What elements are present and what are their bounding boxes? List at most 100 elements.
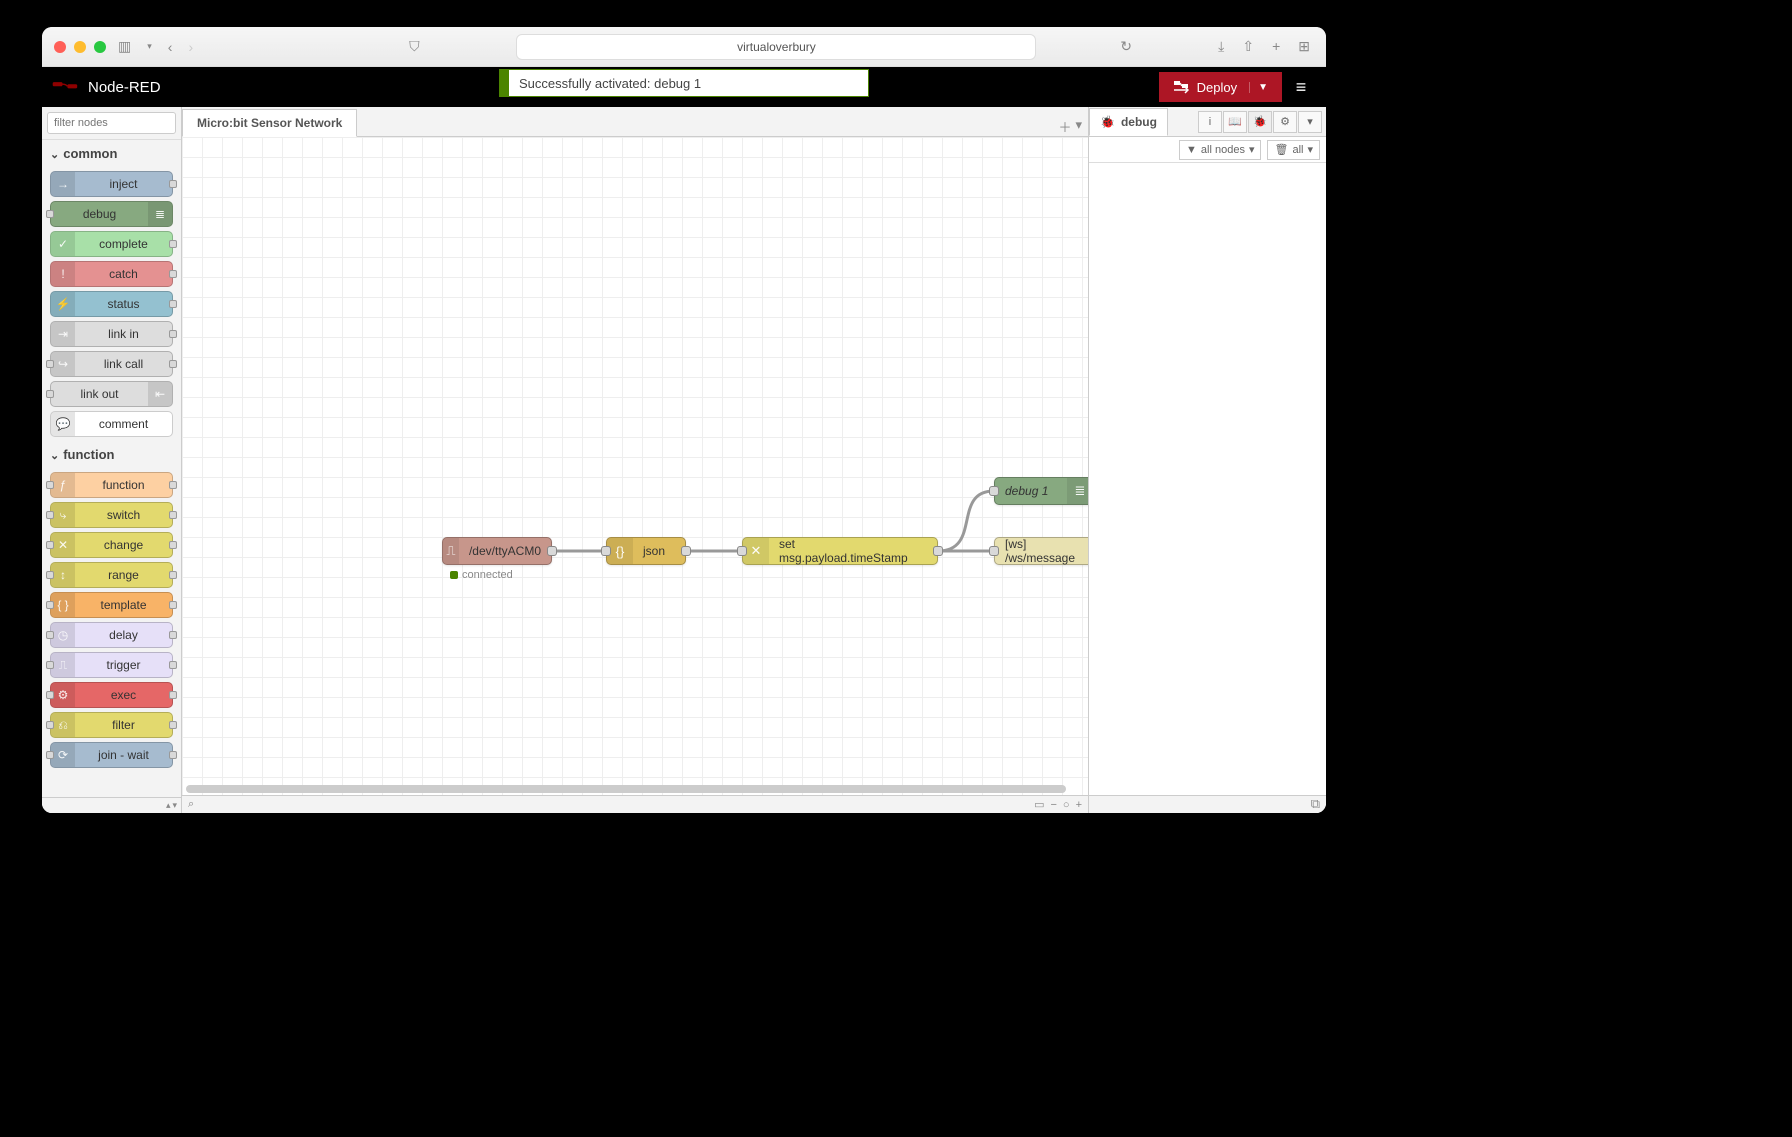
output-port[interactable] [169,631,177,639]
navigator-icon[interactable]: ▭ [1034,798,1044,811]
minimize-window-icon[interactable] [74,41,86,53]
input-port[interactable] [601,546,611,556]
flow-node-ws[interactable]: [ws] /ws/message⇪ [994,537,1088,565]
output-port[interactable] [169,661,177,669]
output-port[interactable] [169,180,177,188]
input-port[interactable] [46,661,54,669]
forward-icon[interactable]: › [184,39,197,55]
palette-node-debug[interactable]: ≣debug [50,201,173,227]
add-tab-icon[interactable]: ＋ [1058,117,1071,136]
input-port[interactable] [46,360,54,368]
sidebar-help-button[interactable]: 📖 [1223,111,1247,133]
palette-list[interactable]: common →inject ≣debug ✓complete !catch ⚡statu… [42,140,181,797]
palette-node-comment[interactable]: 💬comment [50,411,173,437]
input-port[interactable] [46,541,54,549]
sidebar-tab-debug[interactable]: 🐞 debug [1089,108,1168,136]
sidebar-toggle-icon[interactable]: ▥ [114,38,135,55]
output-port[interactable] [169,330,177,338]
debug-clear-button[interactable]: 🗑 all ▾ [1267,140,1320,160]
sidebar-info-button[interactable]: i [1198,111,1222,133]
tab-menu-icon[interactable]: ▾ [1075,117,1082,136]
input-port[interactable] [737,546,747,556]
palette-node-function[interactable]: ƒfunction [50,472,173,498]
palette-category-function[interactable]: function [42,441,181,468]
output-port[interactable] [169,511,177,519]
input-port[interactable] [46,481,54,489]
chevron-down-icon[interactable]: ▾ [143,41,156,52]
fullscreen-window-icon[interactable] [94,41,106,53]
output-port[interactable] [169,541,177,549]
reload-icon[interactable]: ↻ [1116,38,1136,55]
palette-node-exec[interactable]: ⚙exec [50,682,173,708]
sidebar-detach-icon[interactable]: ⧉ [1311,796,1320,813]
output-port[interactable] [169,721,177,729]
share-icon[interactable]: ⇧ [1238,38,1258,55]
output-port[interactable] [169,360,177,368]
palette-node-link-out[interactable]: ⇤link out [50,381,173,407]
output-port[interactable] [169,270,177,278]
palette-node-change[interactable]: ✕change [50,532,173,558]
shield-icon[interactable]: ⛉ [405,38,424,55]
output-port[interactable] [547,546,557,556]
deploy-button[interactable]: Deploy ▼ [1159,72,1282,102]
output-port[interactable] [169,751,177,759]
collapse-up-icon[interactable]: ▴ [166,800,171,811]
palette-node-filter[interactable]: ⎌filter [50,712,173,738]
output-port[interactable] [933,546,943,556]
input-port[interactable] [46,511,54,519]
input-port[interactable] [46,721,54,729]
palette-node-status[interactable]: ⚡status [50,291,173,317]
input-port[interactable] [46,631,54,639]
output-port[interactable] [169,691,177,699]
address-bar[interactable]: virtualoverbury ↻ [516,34,1036,60]
palette-node-template[interactable]: { }template [50,592,173,618]
debug-filter-button[interactable]: ▼ all nodes ▾ [1179,140,1261,160]
deploy-menu-icon[interactable]: ▼ [1249,82,1268,93]
new-tab-icon[interactable]: + [1268,38,1284,55]
search-icon[interactable]: ⌕ [188,798,194,811]
output-port[interactable] [169,481,177,489]
collapse-down-icon[interactable]: ▾ [172,800,177,811]
back-icon[interactable]: ‹ [164,39,177,55]
zoom-in-icon[interactable]: + [1076,799,1082,811]
flow-node-json[interactable]: {}json [606,537,686,565]
palette-node-inject[interactable]: →inject [50,171,173,197]
input-port[interactable] [46,390,54,398]
input-port[interactable] [989,546,999,556]
flow-node-change[interactable]: ✕set msg.payload.timeStamp [742,537,938,565]
flow-node-debug[interactable]: debug 1≣ [994,477,1088,505]
tab-flow[interactable]: Micro:bit Sensor Network [182,109,357,137]
zoom-reset-icon[interactable]: ○ [1063,799,1070,811]
palette-node-link-in[interactable]: ⇥link in [50,321,173,347]
output-port[interactable] [169,601,177,609]
main-menu-button[interactable]: ≡ [1286,72,1316,102]
input-port[interactable] [46,571,54,579]
palette-node-link-call[interactable]: ↪link call [50,351,173,377]
sidebar-config-button[interactable]: ⚙ [1273,111,1297,133]
palette-node-complete[interactable]: ✓complete [50,231,173,257]
flow-canvas[interactable]: ⎍/dev/ttyACM0 {}json ✕set msg.payload.time… [182,137,1088,795]
download-icon[interactable]: ⤓ [1214,38,1228,55]
input-port[interactable] [46,210,54,218]
zoom-out-icon[interactable]: − [1050,799,1056,811]
output-port[interactable] [169,240,177,248]
palette-node-switch[interactable]: ⤷switch [50,502,173,528]
horizontal-scrollbar[interactable] [186,785,1084,795]
output-port[interactable] [169,300,177,308]
output-port[interactable] [169,571,177,579]
palette-node-delay[interactable]: ◷delay [50,622,173,648]
input-port[interactable] [46,601,54,609]
sidebar-debug-button[interactable]: 🐞 [1248,111,1272,133]
input-port[interactable] [989,486,999,496]
palette-category-common[interactable]: common [42,140,181,167]
close-window-icon[interactable] [54,41,66,53]
palette-node-range[interactable]: ↕range [50,562,173,588]
palette-node-catch[interactable]: !catch [50,261,173,287]
sidebar-more-button[interactable]: ▾ [1298,111,1322,133]
filter-nodes-input[interactable] [47,112,176,134]
palette-node-join---wait[interactable]: ⟳join - wait [50,742,173,768]
flow-node-serial[interactable]: ⎍/dev/ttyACM0 [442,537,552,565]
tabs-icon[interactable]: ⊞ [1294,38,1314,55]
input-port[interactable] [46,751,54,759]
input-port[interactable] [46,691,54,699]
